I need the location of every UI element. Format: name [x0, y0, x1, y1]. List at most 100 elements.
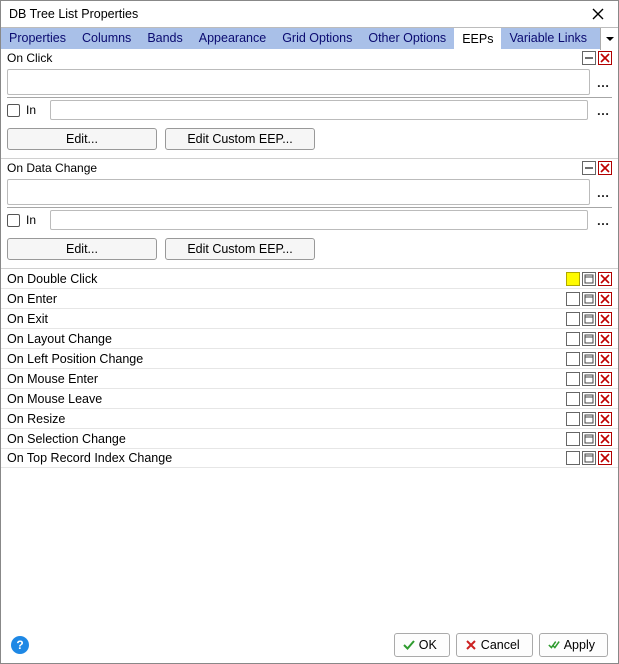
expand-icon	[584, 334, 594, 344]
row-on-left-position-change[interactable]: On Left Position Change	[1, 348, 618, 368]
cancel-label: Cancel	[481, 638, 520, 652]
row-label: On Exit	[7, 312, 48, 326]
tab-other-options[interactable]: Other Options	[360, 28, 454, 49]
edit-custom-eep-button[interactable]: Edit Custom EEP...	[165, 238, 315, 260]
cancel-button[interactable]: Cancel	[456, 633, 533, 657]
expand-button[interactable]	[582, 352, 596, 366]
delete-button[interactable]	[598, 372, 612, 386]
row-label: On Double Click	[7, 272, 97, 286]
expand-button[interactable]	[582, 292, 596, 306]
content-area: On Click … In … Edit... Edit Custom EEP.…	[1, 49, 618, 663]
expand-icon	[584, 394, 594, 404]
row-on-mouse-enter[interactable]: On Mouse Enter	[1, 368, 618, 388]
x-icon	[600, 374, 610, 384]
edit-custom-eep-button[interactable]: Edit Custom EEP...	[165, 128, 315, 150]
tab-properties[interactable]: Properties	[1, 28, 74, 49]
edit-button[interactable]: Edit...	[7, 128, 157, 150]
double-check-icon	[548, 639, 560, 651]
expand-icon	[584, 294, 594, 304]
apply-label: Apply	[564, 638, 595, 652]
expand-button[interactable]	[582, 451, 596, 465]
browse-in-button[interactable]: …	[594, 213, 612, 228]
x-icon	[600, 414, 610, 424]
tab-variable-links[interactable]: Variable Links	[501, 28, 595, 49]
row-label: On Resize	[7, 412, 65, 426]
delete-button[interactable]	[598, 51, 612, 65]
status-indicator	[566, 392, 580, 406]
x-icon	[600, 453, 610, 463]
close-button[interactable]	[586, 4, 610, 24]
close-icon	[592, 8, 604, 20]
eep-code-field[interactable]	[7, 69, 590, 95]
expand-button[interactable]	[582, 392, 596, 406]
section-label: On Click	[7, 51, 582, 65]
x-icon	[600, 434, 610, 444]
expand-button[interactable]	[582, 412, 596, 426]
delete-button[interactable]	[598, 161, 612, 175]
status-indicator	[566, 352, 580, 366]
delete-button[interactable]	[598, 312, 612, 326]
x-icon	[600, 294, 610, 304]
expand-icon	[584, 354, 594, 364]
help-button[interactable]: ?	[11, 636, 29, 654]
row-on-mouse-leave[interactable]: On Mouse Leave	[1, 388, 618, 408]
window-title: DB Tree List Properties	[9, 7, 138, 21]
expand-button[interactable]	[582, 332, 596, 346]
delete-button[interactable]	[598, 332, 612, 346]
tab-columns[interactable]: Columns	[74, 28, 139, 49]
tab-grid-options[interactable]: Grid Options	[274, 28, 360, 49]
x-icon	[600, 354, 610, 364]
section-on-data-change: On Data Change … In … Edit... Edit Custo…	[1, 158, 618, 268]
collapse-button[interactable]	[582, 161, 596, 175]
row-on-layout-change[interactable]: On Layout Change	[1, 328, 618, 348]
expand-icon	[584, 453, 594, 463]
delete-button[interactable]	[598, 292, 612, 306]
delete-button[interactable]	[598, 272, 612, 286]
tab-eeps[interactable]: EEPs	[454, 28, 501, 49]
browse-button[interactable]: …	[594, 69, 612, 95]
row-on-enter[interactable]: On Enter	[1, 288, 618, 308]
row-on-top-record-index-change[interactable]: On Top Record Index Change	[1, 448, 618, 468]
delete-button[interactable]	[598, 412, 612, 426]
tab-overflow-button[interactable]	[600, 28, 618, 50]
status-indicator	[566, 312, 580, 326]
delete-button[interactable]	[598, 451, 612, 465]
ok-button[interactable]: OK	[394, 633, 450, 657]
row-label: On Left Position Change	[7, 352, 143, 366]
row-on-selection-change[interactable]: On Selection Change	[1, 428, 618, 448]
in-checkbox[interactable]	[7, 104, 20, 117]
row-label: On Layout Change	[7, 332, 112, 346]
x-icon	[600, 163, 610, 173]
browse-button[interactable]: …	[594, 179, 612, 205]
tab-bands[interactable]: Bands	[139, 28, 190, 49]
eep-code-field[interactable]	[7, 179, 590, 205]
delete-button[interactable]	[598, 352, 612, 366]
caret-down-icon	[606, 35, 614, 43]
collapse-button[interactable]	[582, 51, 596, 65]
expand-icon	[584, 274, 594, 284]
row-label: On Top Record Index Change	[7, 451, 172, 465]
x-icon	[465, 639, 477, 651]
row-label: On Enter	[7, 292, 57, 306]
delete-button[interactable]	[598, 392, 612, 406]
expand-button[interactable]	[582, 312, 596, 326]
status-indicator	[566, 432, 580, 446]
minus-icon	[584, 163, 594, 173]
in-field[interactable]	[50, 210, 588, 230]
delete-button[interactable]	[598, 432, 612, 446]
expand-icon	[584, 414, 594, 424]
expand-button[interactable]	[582, 432, 596, 446]
x-icon	[600, 334, 610, 344]
row-on-exit[interactable]: On Exit	[1, 308, 618, 328]
edit-button[interactable]: Edit...	[7, 238, 157, 260]
row-on-resize[interactable]: On Resize	[1, 408, 618, 428]
status-indicator	[566, 332, 580, 346]
expand-button[interactable]	[582, 372, 596, 386]
tab-appearance[interactable]: Appearance	[191, 28, 274, 49]
in-checkbox[interactable]	[7, 214, 20, 227]
row-on-double-click[interactable]: On Double Click	[1, 268, 618, 288]
expand-button[interactable]	[582, 272, 596, 286]
browse-in-button[interactable]: …	[594, 103, 612, 118]
in-field[interactable]	[50, 100, 588, 120]
apply-button[interactable]: Apply	[539, 633, 608, 657]
